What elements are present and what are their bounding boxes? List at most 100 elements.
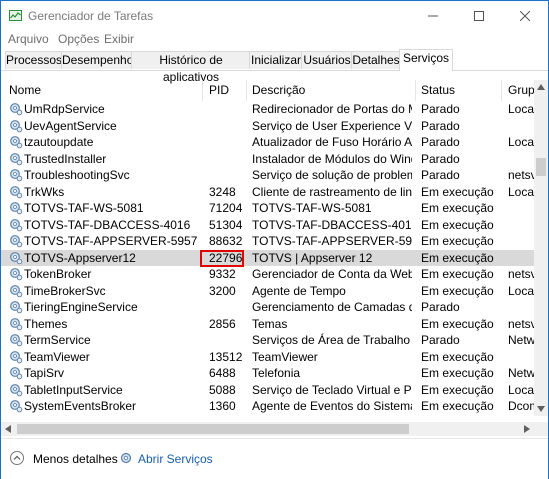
service-status: Em execução — [421, 399, 494, 413]
service-name: TrustedInstaller — [24, 151, 107, 166]
horizontal-scrollbar[interactable] — [1, 422, 534, 436]
service-gear-icon — [10, 400, 23, 413]
service-group — [508, 151, 534, 168]
service-pid: 3248 — [209, 184, 236, 199]
service-row[interactable]: TOTVS-TAF-DBACCESS-4016 51304 TOTVS-TAF-DB… — [1, 217, 534, 234]
menu-exibir[interactable]: Exibir — [104, 32, 134, 46]
service-row[interactable]: SysMain 3064 SysMain Em execução Local — [1, 415, 534, 417]
vertical-scroll-thumb[interactable] — [536, 158, 546, 176]
service-group — [508, 233, 534, 250]
vertical-scrollbar[interactable] — [534, 80, 548, 416]
close-icon — [520, 11, 530, 21]
scroll-right-icon[interactable] — [524, 425, 530, 433]
scrollbar-corner — [534, 422, 548, 436]
service-description: TOTVS-TAF-WS-5081 — [252, 201, 372, 215]
service-row[interactable]: TermService Serviços de Área de Trabalho … — [1, 332, 534, 349]
service-description: SysMain — [252, 415, 412, 417]
service-gear-icon — [10, 350, 23, 363]
service-row[interactable]: tzautoupdate Atualizador de Fuso Horário … — [1, 134, 534, 151]
scroll-down-icon[interactable] — [537, 406, 545, 412]
column-description[interactable]: Descrição — [252, 80, 305, 101]
service-row[interactable]: TokenBroker 9332 Gerenciador de Conta da W… — [1, 266, 534, 283]
service-description: TeamViewer — [252, 349, 318, 364]
service-row[interactable]: TOTVS-Appserver12 22796 TOTVS | Appserver … — [1, 249, 534, 267]
chevron-up-icon[interactable] — [10, 451, 24, 465]
tab-detalhes[interactable]: Detalhes — [351, 51, 401, 69]
horizontal-scroll-thumb[interactable] — [17, 424, 409, 434]
service-group: Local — [508, 415, 534, 417]
minimize-button[interactable] — [410, 1, 456, 31]
service-row[interactable]: TimeBrokerSvc 3200 Agente de Tempo Em execu… — [1, 283, 534, 300]
service-group: Netw — [508, 366, 534, 380]
column-name[interactable]: Nome — [9, 80, 41, 101]
service-pid — [209, 332, 245, 349]
column-divider[interactable] — [202, 80, 203, 101]
title-bar[interactable]: Gerenciador de Tarefas — [1, 1, 548, 31]
service-pid — [209, 118, 245, 135]
close-button[interactable] — [502, 1, 548, 31]
service-group — [508, 200, 534, 217]
scroll-up-icon[interactable] — [537, 84, 545, 90]
column-pid[interactable]: PID — [209, 80, 229, 101]
service-description: Gerenciador de Conta da Web — [252, 267, 412, 281]
column-header: Nome PID Descrição Status Grupo — [1, 80, 541, 101]
tab-servicos[interactable]: Serviços — [399, 49, 453, 71]
service-name: TokenBroker — [24, 267, 92, 281]
service-status: Em execução — [421, 349, 494, 364]
service-group: Local — [508, 102, 534, 116]
menu-arquivo[interactable]: Arquivo — [8, 32, 49, 46]
service-description: Gerenciamento de Camadas de ... — [252, 300, 412, 314]
open-services-link[interactable]: Abrir Serviços — [138, 452, 213, 466]
service-row[interactable]: TroubleshootingSvc Serviço de solução de … — [1, 167, 534, 184]
column-divider[interactable] — [501, 80, 502, 101]
service-name: TermService — [24, 333, 91, 347]
service-row[interactable]: TeamViewer 13512 TeamViewer Em execução — [1, 349, 534, 366]
fewer-details-button[interactable]: Menos detalhes — [33, 452, 118, 466]
service-row[interactable]: TapiSrv 6488 Telefonia Em execução Netw — [1, 365, 534, 382]
service-name: TroubleshootingSvc — [24, 168, 130, 182]
maximize-button[interactable] — [456, 1, 502, 31]
tab-inicializar[interactable]: Inicializar — [249, 51, 303, 69]
service-pid: 71204 — [209, 201, 243, 215]
service-description: Cliente de rastreamento de link ... — [252, 184, 412, 199]
tab-usuarios[interactable]: Usuários — [301, 51, 353, 69]
column-divider[interactable] — [246, 80, 247, 101]
service-gear-icon — [10, 119, 23, 132]
service-status: Em execução — [421, 382, 494, 397]
service-row[interactable]: TOTVS-TAF-WS-5081 71204 TOTVS-TAF-WS-5081 E… — [1, 200, 534, 217]
service-row[interactable]: TabletInputService 5088 Serviço de Teclado… — [1, 382, 534, 399]
service-description: Serviço de Teclado Virtual e Pain... — [252, 382, 412, 397]
column-status[interactable]: Status — [421, 80, 455, 101]
service-row[interactable]: SystemEventsBroker 1360 Agente de Eventos … — [1, 398, 534, 415]
service-description: Serviço de User Experience Virtu... — [252, 118, 412, 133]
service-pid: 51304 — [209, 217, 243, 232]
service-row[interactable]: UevAgentService Serviço de User Experienc… — [1, 118, 534, 135]
service-pid: 2856 — [209, 316, 236, 331]
service-gear-icon — [10, 202, 23, 215]
service-group: Local — [508, 135, 534, 149]
service-row[interactable]: TieringEngineService Gerenciamento de Cam… — [1, 299, 534, 316]
column-divider[interactable] — [415, 80, 416, 101]
task-manager-window: Gerenciador de Tarefas Arquivo Opções Ex… — [0, 0, 549, 479]
scroll-left-icon[interactable] — [5, 425, 11, 433]
service-row[interactable]: UmRdpService Redirecionador de Portas do … — [1, 101, 534, 118]
service-row[interactable]: Themes 2856 Temas Em execução netsv — [1, 316, 534, 333]
service-name: Themes — [24, 316, 68, 331]
service-pid — [209, 167, 245, 184]
tab-processos[interactable]: Processos — [5, 51, 63, 69]
service-gear-icon — [10, 218, 23, 231]
tab-desempenho[interactable]: Desempenho — [61, 51, 133, 69]
service-gear-icon — [9, 416, 23, 417]
service-description: Temas — [252, 316, 288, 331]
tab-historico[interactable]: Histórico de aplicativos — [131, 51, 251, 84]
service-name: TeamViewer — [24, 349, 90, 364]
service-description: Agente de Eventos do Sistema — [252, 399, 412, 413]
service-row[interactable]: TOTVS-TAF-APPSERVER-5957 88632 TOTVS-TAF-A… — [1, 233, 534, 250]
service-group: netsv — [508, 168, 534, 182]
service-row[interactable]: TrkWks 3248 Cliente de rastreamento de lin… — [1, 184, 534, 201]
service-group — [508, 217, 534, 234]
menu-opcoes[interactable]: Opções — [58, 32, 99, 46]
service-group: Local — [508, 382, 534, 397]
service-row[interactable]: TrustedInstaller Instalador de Módulos do… — [1, 151, 534, 168]
service-name: TabletInputService — [24, 382, 123, 397]
